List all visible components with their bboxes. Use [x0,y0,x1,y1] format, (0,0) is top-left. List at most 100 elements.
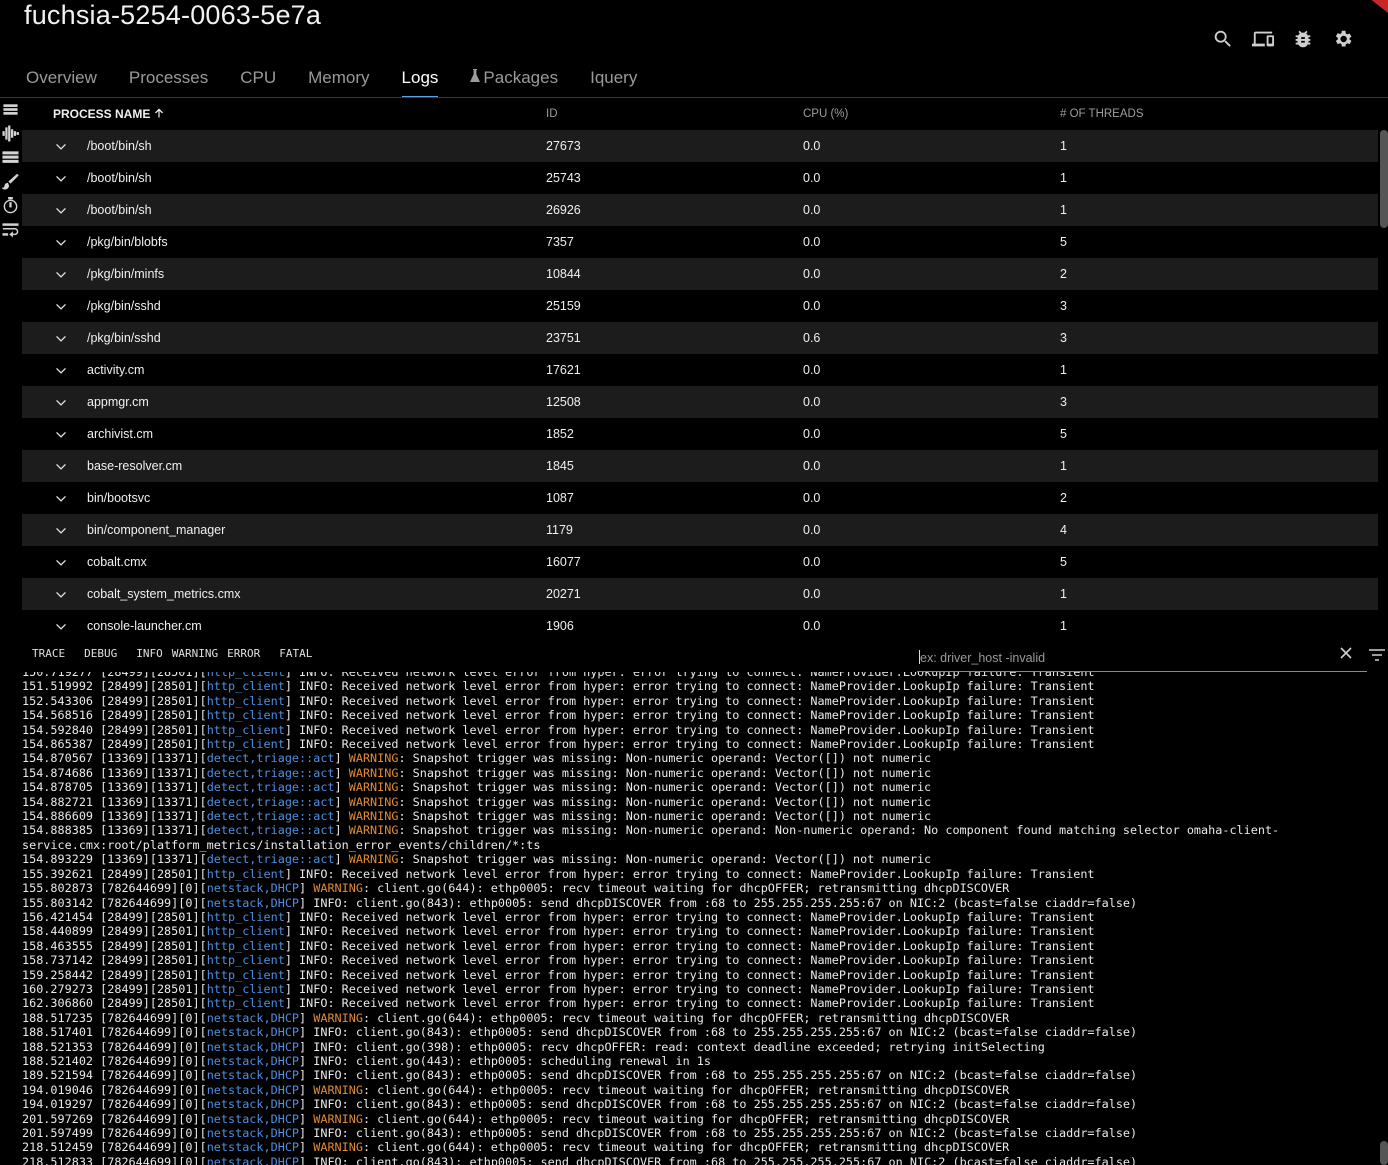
process-id-cell: 20271 [546,587,581,601]
log-timestamp: 162.306860 [22,996,94,1011]
log-pid: [13369][13371] [100,852,200,867]
search-icon[interactable] [1210,26,1236,52]
gear-icon[interactable] [1330,26,1356,52]
log-level: INFO [299,938,328,953]
process-name-cell: /pkg/bin/minfs [87,267,165,281]
filter-icon[interactable] [1368,646,1386,664]
table-row[interactable]: base-resolver.cm 1845 0.0 1 [22,450,1378,482]
tab-label: CPU [240,68,277,87]
process-name-cell: /pkg/bin/blobfs [87,235,168,249]
table-scrollbar[interactable] [1380,130,1388,228]
log-line: 160.279273 [28499][28501][http_client] I… [22,981,1095,996]
log-tag: netstack,DHCP [206,1140,300,1155]
chevron-down-icon[interactable] [22,331,87,345]
column-header-cpu[interactable]: CPU (%) [803,108,1060,120]
table-row[interactable]: console-launcher.cm 1906 0.0 1 [22,610,1378,634]
chevron-down-icon[interactable] [22,171,87,185]
process-cpu-cell: 0.0 [803,587,821,601]
waveform-icon[interactable] [1,124,19,142]
log-level: WARNING [348,852,399,867]
chevron-down-icon[interactable] [22,267,87,281]
density-icon[interactable] [1,148,19,166]
column-header-threads[interactable]: # OF THREADS [1060,108,1144,120]
level-warning-toggle[interactable]: WARNING [172,647,218,660]
level-debug-toggle[interactable]: DEBUG [84,647,117,660]
log-timestamp: 189.521594 [22,1068,94,1083]
column-header-id[interactable]: ID [546,108,803,120]
chevron-down-icon[interactable] [22,491,87,505]
tab-processes[interactable]: Processes [113,62,224,98]
column-label: PROCESS NAME [53,107,151,121]
chevron-down-icon[interactable] [22,299,87,313]
chevron-down-icon[interactable] [22,555,87,569]
log-line: 154.568516 [28499][28501][http_client] I… [22,708,1095,723]
log-message: : Received network level error from hype… [327,672,1095,679]
log-pid: [28499][28501] [100,708,200,723]
log-timestamp: 154.886609 [22,809,94,824]
table-row[interactable]: bin/component_manager 1179 0.0 4 [22,514,1378,546]
table-row[interactable]: /pkg/bin/sshd 25159 0.0 3 [22,290,1378,322]
close-icon[interactable] [1338,645,1354,661]
log-message: : Received network level error from hype… [327,981,1095,996]
table-row[interactable]: /pkg/bin/minfs 10844 0.0 2 [22,258,1378,290]
log-line: 194.019046 [782644699][0][netstack,DHCP]… [22,1082,1010,1097]
tab-overview[interactable]: Overview [10,62,113,98]
process-name-cell: archivist.cm [87,427,153,441]
tab-iquery[interactable]: Iquery [574,62,653,98]
column-header-process-name[interactable]: PROCESS NAME [22,107,546,122]
menu-icon[interactable] [1,100,19,118]
table-row[interactable]: appmgr.cm 12508 0.0 3 [22,386,1378,418]
stopwatch-icon[interactable] [1,196,19,214]
table-row[interactable]: archivist.cm 1852 0.0 5 [22,418,1378,450]
wrap-text-icon[interactable] [1,220,19,238]
table-row[interactable]: /boot/bin/sh 25743 0.0 1 [22,162,1378,194]
table-row[interactable]: activity.cm 17621 0.0 1 [22,354,1378,386]
chevron-down-icon[interactable] [22,523,87,537]
chevron-down-icon[interactable] [22,587,87,601]
table-row[interactable]: bin/bootsvc 1087 0.0 2 [22,482,1378,514]
process-id-cell: 1087 [546,491,574,505]
tab-cpu[interactable]: CPU [224,62,292,98]
chevron-down-icon[interactable] [22,363,87,377]
tab-logs[interactable]: Logs [386,62,455,98]
chevron-down-icon[interactable] [22,235,87,249]
table-row[interactable]: cobalt.cmx 16077 0.0 5 [22,546,1378,578]
table-row[interactable]: /pkg/bin/sshd 23751 0.6 3 [22,322,1378,354]
chevron-down-icon[interactable] [22,619,87,633]
chevron-down-icon[interactable] [22,203,87,217]
table-row[interactable]: cobalt_system_metrics.cmx 20271 0.0 1 [22,578,1378,610]
process-cpu-cell: 0.0 [803,139,821,153]
devices-icon[interactable] [1250,26,1276,52]
tab-packages[interactable]: Packages [454,62,574,98]
level-trace-toggle[interactable]: TRACE [32,647,65,660]
chevron-down-icon[interactable] [22,427,87,441]
log-tag: netstack,DHCP [206,1082,300,1097]
log-level: INFO [313,1097,342,1112]
level-error-toggle[interactable]: ERROR [227,647,260,660]
log-scrollbar[interactable] [1380,1141,1388,1165]
process-id-cell: 1906 [546,619,574,633]
process-cpu-cell: 0.0 [803,171,821,185]
log-filter-input[interactable]: ex: driver_host -invalid [917,646,1367,672]
brush-icon[interactable] [1,172,19,190]
log-pid: [28499][28501] [100,953,200,968]
log-level: INFO [299,866,328,881]
log-viewer[interactable]: 150.719277 [28499][28501][http_client] I… [22,672,1388,1165]
log-tag: netstack,DHCP [206,881,300,896]
level-info-toggle[interactable]: INFO [136,647,163,660]
chevron-down-icon[interactable] [22,139,87,153]
log-timestamp: 155.803142 [22,895,94,910]
chevron-down-icon[interactable] [22,459,87,473]
table-row[interactable]: /pkg/bin/blobfs 7357 0.0 5 [22,226,1378,258]
process-cpu-cell: 0.0 [803,523,821,537]
table-row[interactable]: /boot/bin/sh 26926 0.0 1 [22,194,1378,226]
tab-memory[interactable]: Memory [292,62,385,98]
log-message: : Received network level error from hype… [327,737,1095,752]
log-level: INFO [313,1068,342,1083]
level-fatal-toggle[interactable]: FATAL [279,647,312,660]
log-tag: http_client [206,981,285,996]
bug-icon[interactable] [1290,26,1316,52]
chevron-down-icon[interactable] [22,395,87,409]
table-row[interactable]: /boot/bin/sh 27673 0.0 1 [22,130,1378,162]
log-level: WARNING [348,751,399,766]
